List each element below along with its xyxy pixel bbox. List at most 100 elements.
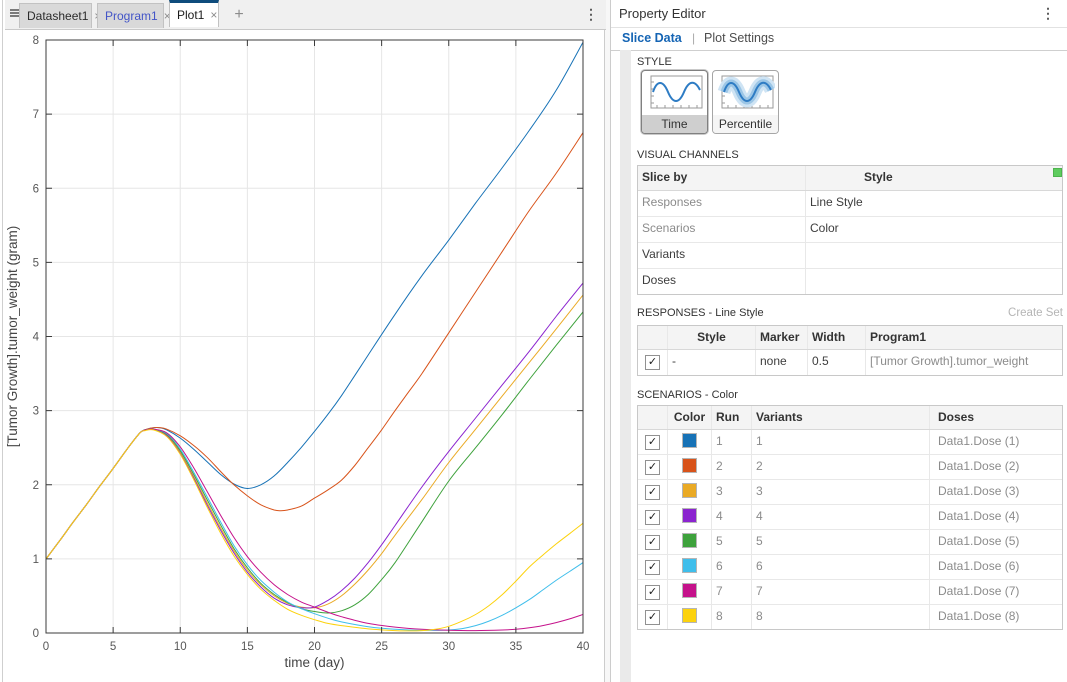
checkbox-cell[interactable]: ✓ <box>638 605 668 629</box>
run-cell: 4 <box>712 505 752 529</box>
row-checkbox[interactable]: ✓ <box>645 560 660 575</box>
x-tick-label: 20 <box>308 641 321 653</box>
run-cell: 5 <box>712 530 752 554</box>
style-time-button[interactable]: Time <box>641 70 708 134</box>
marker-cell[interactable]: none <box>756 350 808 375</box>
color-swatch[interactable] <box>682 508 697 523</box>
tab-datasheet1[interactable]: Datasheet1 × <box>19 3 92 28</box>
column-header: Run <box>712 406 752 429</box>
tab-slice-data[interactable]: Slice Data <box>622 31 682 45</box>
color-cell[interactable] <box>668 580 712 604</box>
slice-by-cell[interactable]: Doses <box>638 269 806 294</box>
color-cell[interactable] <box>668 530 712 554</box>
tumor-weight-plot[interactable]: 0510152025303540012345678time (day)[Tumo… <box>2 0 606 682</box>
color-cell[interactable] <box>668 455 712 479</box>
x-tick-label: 0 <box>43 641 49 653</box>
row-checkbox[interactable]: ✓ <box>645 535 660 550</box>
x-axis-label: time (day) <box>284 655 344 670</box>
run-cell: 7 <box>712 580 752 604</box>
document-menu-icon[interactable]: ⋮ <box>584 6 598 23</box>
new-tab-button[interactable]: + <box>229 5 249 25</box>
y-tick-label: 4 <box>33 332 40 344</box>
tab-plot-settings[interactable]: Plot Settings <box>704 31 774 45</box>
slice-by-cell[interactable]: Responses <box>638 191 806 216</box>
responses-table: StyleMarkerWidthProgram1✓-none0.5[Tumor … <box>637 325 1063 376</box>
color-cell[interactable] <box>668 480 712 504</box>
color-cell[interactable] <box>668 605 712 629</box>
width-cell[interactable]: 0.5 <box>808 350 866 375</box>
color-swatch[interactable] <box>682 433 697 448</box>
scenarios-label: SCENARIOS - Color <box>637 389 738 401</box>
y-axis-label: [Tumor Growth].tumor_weight (gram) <box>5 226 20 448</box>
doses-cell: Data1.Dose (4) <box>930 505 1062 529</box>
column-header: Slice by <box>638 166 806 190</box>
color-swatch[interactable] <box>682 608 697 623</box>
tab-program1[interactable]: Program1 × <box>97 3 164 28</box>
create-set-button[interactable]: Create Set <box>1008 307 1063 319</box>
variants-cell: 5 <box>752 530 930 554</box>
color-swatch[interactable] <box>682 483 697 498</box>
checkbox-cell[interactable]: ✓ <box>638 555 668 579</box>
style-cell[interactable] <box>806 243 1062 268</box>
color-swatch[interactable] <box>682 558 697 573</box>
color-swatch[interactable] <box>682 583 697 598</box>
line-style-cell[interactable]: - <box>668 350 756 375</box>
color-cell[interactable] <box>668 555 712 579</box>
color-cell[interactable] <box>668 430 712 454</box>
checkbox-cell[interactable]: ✓ <box>638 530 668 554</box>
x-tick-label: 10 <box>174 641 187 653</box>
responses-label: RESPONSES - Line Style <box>637 307 764 319</box>
y-tick-label: 8 <box>33 35 39 47</box>
table-row: ✓22Data1.Dose (2) <box>638 455 1062 480</box>
section-gutter <box>620 50 631 682</box>
y-tick-label: 0 <box>33 628 39 640</box>
checkbox-cell[interactable]: ✓ <box>638 505 668 529</box>
property-editor-header: Property Editor ⋮ <box>611 0 1067 28</box>
style-cell[interactable] <box>806 269 1062 294</box>
row-checkbox[interactable]: ✓ <box>645 610 660 625</box>
row-checkbox[interactable]: ✓ <box>645 585 660 600</box>
panel-splitter[interactable] <box>604 0 611 682</box>
y-tick-label: 2 <box>33 480 39 492</box>
doses-cell: Data1.Dose (6) <box>930 555 1062 579</box>
y-tick-label: 7 <box>33 109 39 121</box>
color-swatch[interactable] <box>682 458 697 473</box>
variants-cell: 2 <box>752 455 930 479</box>
checkbox-cell[interactable]: ✓ <box>638 430 668 454</box>
checkbox-cell[interactable]: ✓ <box>638 455 668 479</box>
color-swatch[interactable] <box>682 533 697 548</box>
y-tick-label: 6 <box>33 183 39 195</box>
column-header: Color <box>668 406 712 429</box>
checkbox-cell[interactable]: ✓ <box>638 350 668 375</box>
row-checkbox[interactable]: ✓ <box>645 435 660 450</box>
run-cell: 6 <box>712 555 752 579</box>
variants-cell: 8 <box>752 605 930 629</box>
tab-plot1[interactable]: Plot1 × <box>169 0 219 27</box>
run-cell: 8 <box>712 605 752 629</box>
table-row: Doses <box>638 269 1062 294</box>
row-checkbox[interactable]: ✓ <box>645 355 660 370</box>
property-editor-menu-icon[interactable]: ⋮ <box>1041 5 1055 22</box>
checkbox-cell[interactable]: ✓ <box>638 580 668 604</box>
y-tick-label: 3 <box>33 406 39 418</box>
style-percentile-button[interactable]: Percentile <box>712 70 779 134</box>
x-tick-label: 30 <box>442 641 455 653</box>
row-checkbox[interactable]: ✓ <box>645 460 660 475</box>
scenarios-label-style: Color <box>712 389 738 401</box>
row-checkbox[interactable]: ✓ <box>645 510 660 525</box>
y-tick-label: 1 <box>33 554 39 566</box>
style-cell[interactable]: Line Style <box>806 191 1062 216</box>
row-checkbox[interactable]: ✓ <box>645 485 660 500</box>
style-cell[interactable]: Color <box>806 217 1062 242</box>
x-tick-label: 5 <box>110 641 116 653</box>
x-tick-label: 40 <box>577 641 590 653</box>
document-tabbar: Datasheet1 × Program1 × Plot1 × + ⋮ <box>5 0 606 30</box>
color-cell[interactable] <box>668 505 712 529</box>
slice-by-cell[interactable]: Scenarios <box>638 217 806 242</box>
doses-cell: Data1.Dose (1) <box>930 430 1062 454</box>
left-panel-edge <box>2 0 3 682</box>
table-row: ✓44Data1.Dose (4) <box>638 505 1062 530</box>
checkbox-cell[interactable]: ✓ <box>638 480 668 504</box>
slice-by-cell[interactable]: Variants <box>638 243 806 268</box>
close-icon[interactable]: × <box>210 8 217 22</box>
